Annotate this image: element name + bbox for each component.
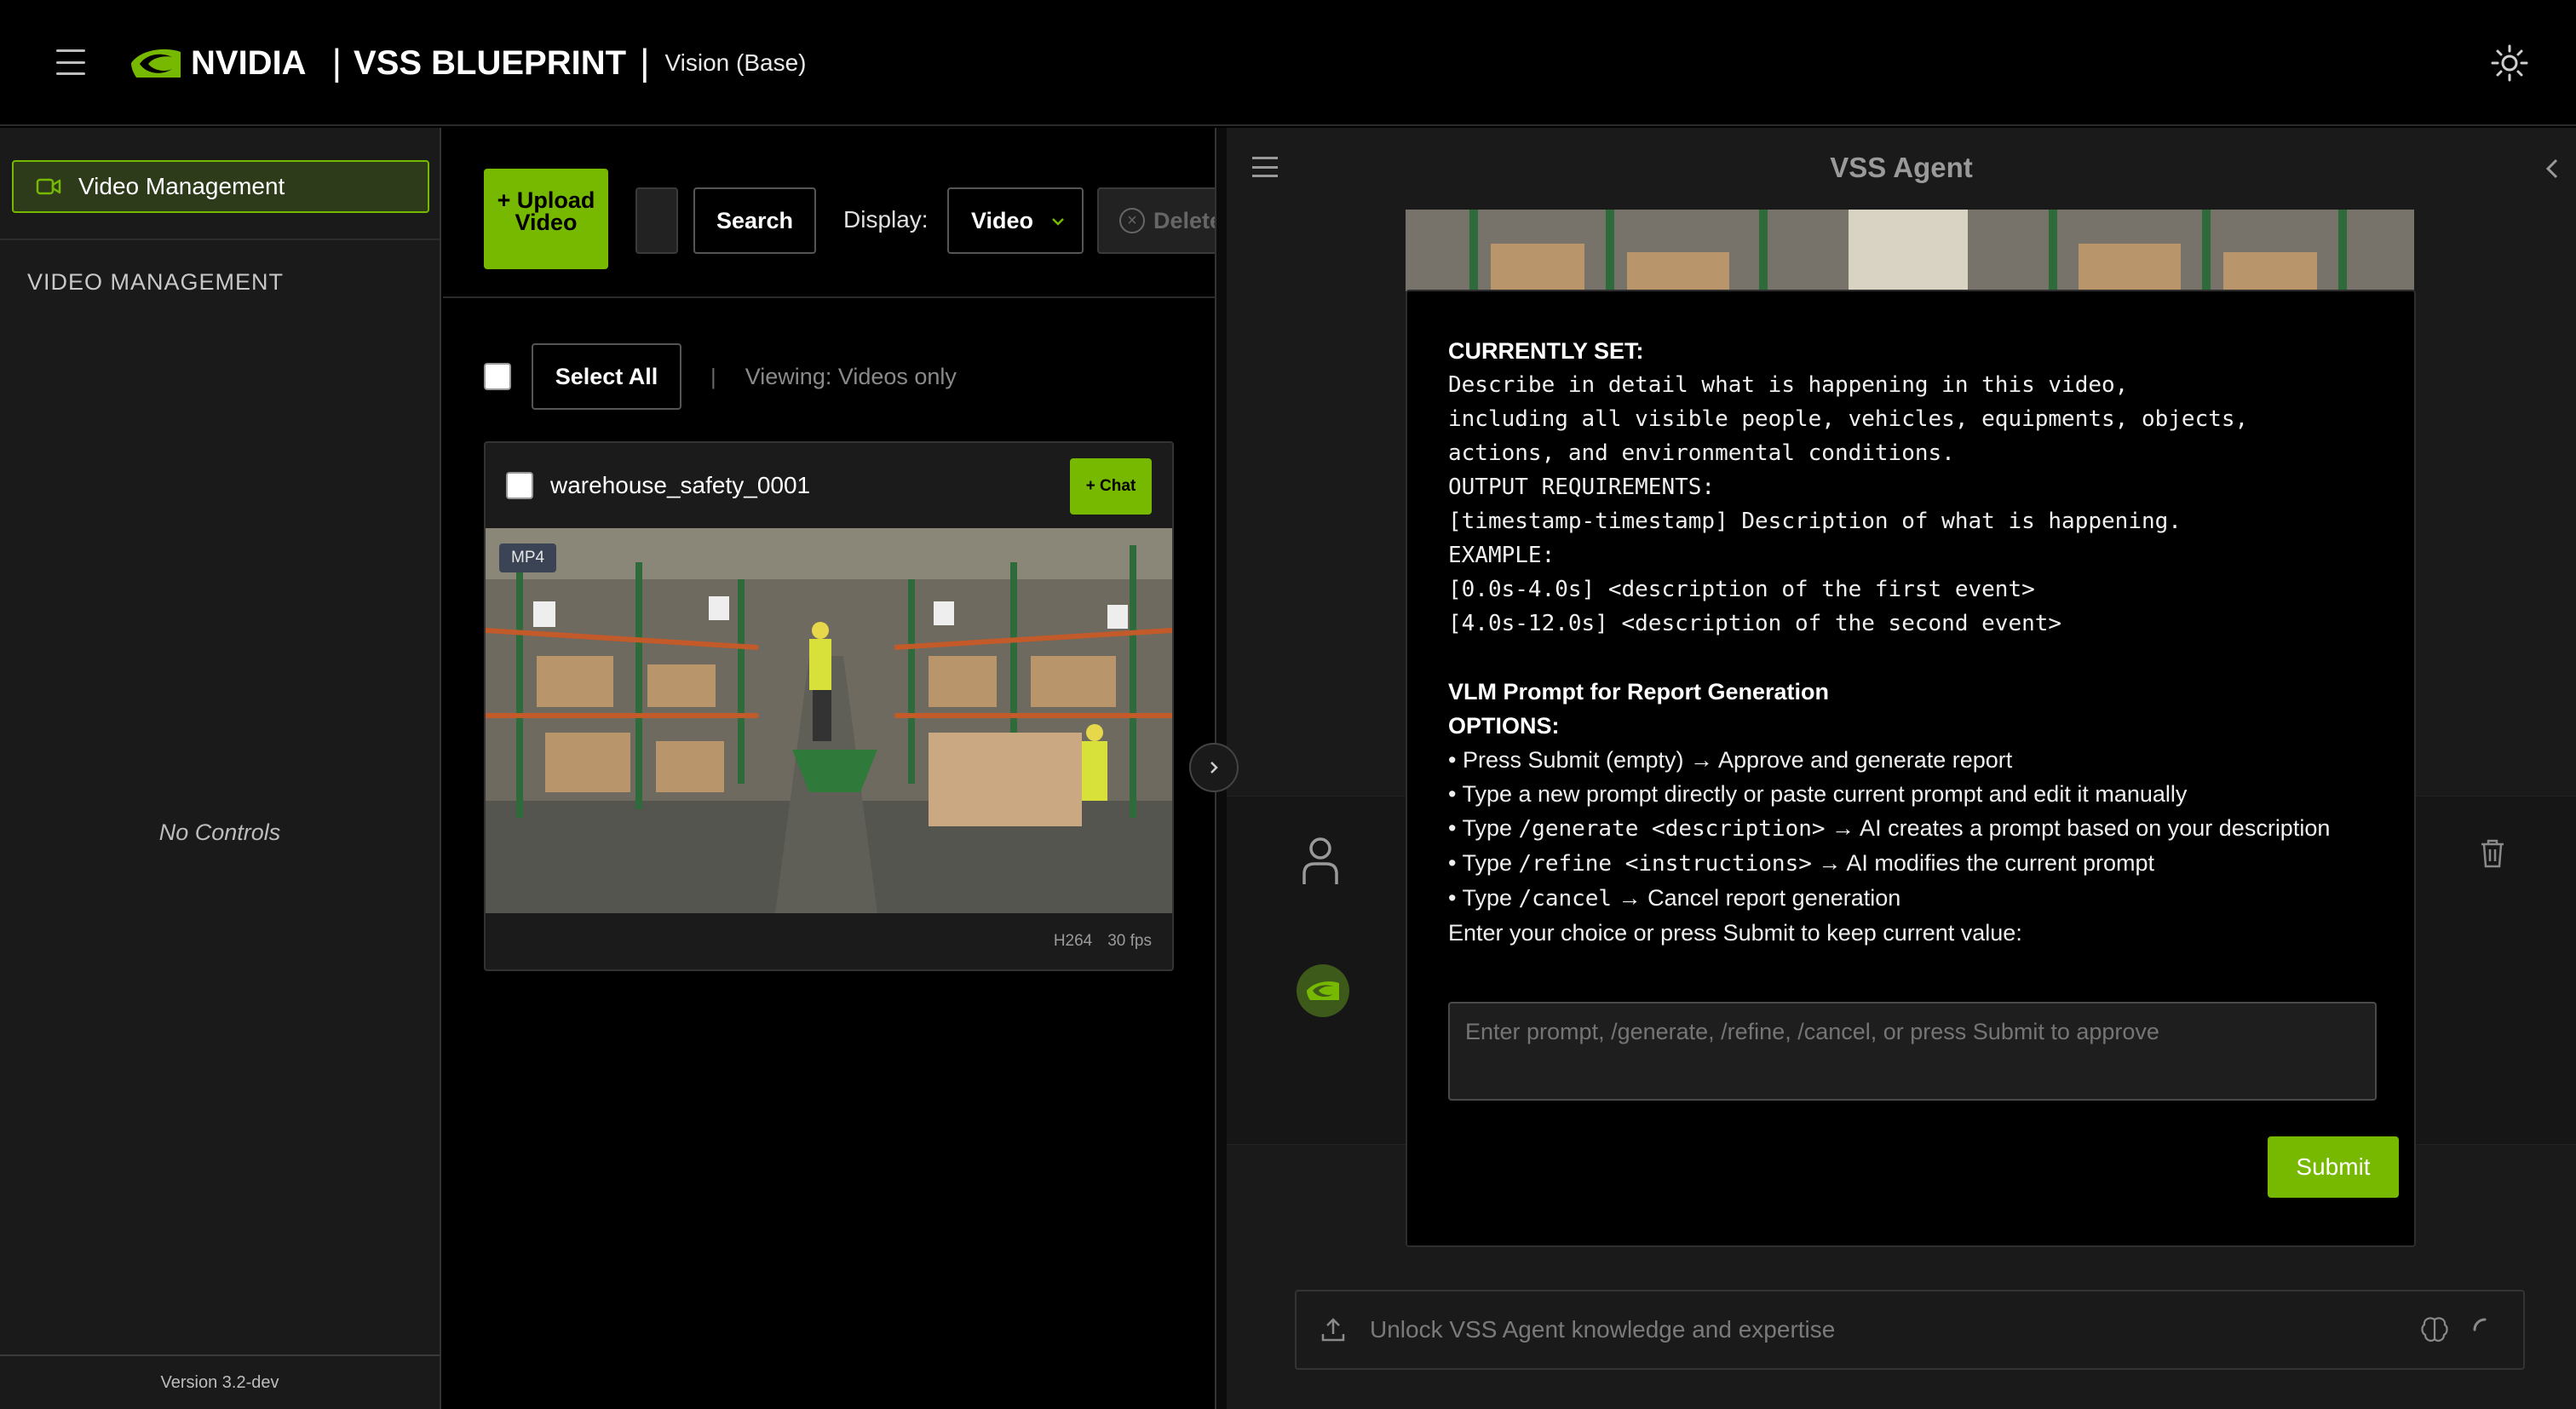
- app-title: VSS BLUEPRINT: [354, 43, 627, 82]
- chat-title: VSS Agent: [1830, 152, 1973, 183]
- left-sidebar: Video Management VIDEO MANAGEMENT No Con…: [0, 128, 441, 1409]
- section-title: VIDEO MANAGEMENT: [27, 269, 285, 295]
- video-metadata: H264 30 fps: [486, 913, 1172, 969]
- chevron-down-icon: [1052, 218, 1064, 226]
- video-card-header: warehouse_safety_0001 + Chat: [486, 443, 1172, 528]
- option-item: • Type /refine <instructions> → AI modif…: [1448, 850, 2155, 877]
- option-item: • Type a new prompt directly or paste cu…: [1448, 781, 2188, 807]
- prompt-dialog-content: CURRENTLY SET: Describe in detail what i…: [1448, 334, 2385, 950]
- delete-button[interactable]: × Delete: [1097, 187, 1215, 254]
- title-separator: |: [640, 42, 650, 83]
- toolbar: + Upload Video Search Display: Video × D…: [443, 128, 1215, 298]
- search-button[interactable]: Search: [693, 187, 816, 254]
- video-thumbnail[interactable]: MP4: [486, 528, 1172, 913]
- app-header: NVIDIA | VSS BLUEPRINT | Vision (Base): [0, 0, 2576, 126]
- prompt-line: Describe in detail what is happening in …: [1448, 372, 2129, 398]
- option-item: • Press Submit (empty) → Approve and gen…: [1448, 747, 2013, 773]
- fps-label: 30 fps: [1107, 932, 1152, 950]
- currently-set-heading: CURRENTLY SET:: [1448, 338, 1644, 364]
- codec-label: H264: [1053, 932, 1093, 950]
- brand-name: NVIDIA: [191, 43, 307, 82]
- prompt-line: [4.0s-12.0s] <description of the second …: [1448, 611, 2062, 636]
- search-input[interactable]: [635, 187, 678, 254]
- delete-message-trash-icon[interactable]: [2479, 838, 2506, 869]
- prompt-line: OUTPUT REQUIREMENTS:: [1448, 474, 1716, 500]
- format-badge: MP4: [499, 543, 557, 572]
- option-item: • Type /cancel → Cancel report generatio…: [1448, 885, 1901, 912]
- selection-row: Select All | Viewing: Videos only: [484, 342, 1182, 411]
- nav-item-video-management[interactable]: Video Management: [12, 160, 429, 213]
- choice-instruction: Enter your choice or press Submit to kee…: [1448, 920, 2022, 946]
- options-heading: OPTIONS:: [1448, 713, 1560, 739]
- prompt-line: [0.0s-4.0s] <description of the first ev…: [1448, 577, 2035, 602]
- close-circle-icon: ×: [1119, 208, 1145, 233]
- prompt-line: EXAMPLE:: [1448, 543, 1555, 568]
- user-avatar-icon: [1302, 837, 1338, 884]
- title-separator: |: [331, 42, 342, 83]
- chevron-right-icon: [1210, 762, 1218, 774]
- chat-input-bar[interactable]: Unlock VSS Agent knowledge and expertise: [1295, 1290, 2525, 1370]
- video-camera-icon: [36, 178, 61, 195]
- submit-button[interactable]: Submit: [2268, 1136, 2399, 1198]
- prompt-dialog: CURRENTLY SET: Describe in detail what i…: [1406, 290, 2416, 1247]
- theme-toggle-sun-icon[interactable]: [2491, 44, 2528, 82]
- upload-icon[interactable]: [1319, 1315, 1348, 1344]
- video-management-panel: + Upload Video Search Display: Video × D…: [443, 128, 1215, 1409]
- version-label: Version 3.2-dev: [0, 1354, 440, 1409]
- prompt-line: including all visible people, vehicles, …: [1448, 406, 2249, 432]
- app-subtitle: Vision (Base): [664, 49, 807, 76]
- add-chat-button[interactable]: + Chat: [1070, 458, 1152, 515]
- delete-label: Delete: [1153, 207, 1215, 233]
- display-select[interactable]: Video: [947, 187, 1084, 254]
- agent-avatar: [1297, 964, 1349, 1017]
- prompt-line: actions, and environmental conditions.: [1448, 440, 1955, 466]
- chevron-left-icon[interactable]: [2542, 157, 2562, 181]
- video-name: warehouse_safety_0001: [550, 472, 811, 498]
- collapse-panel-button[interactable]: [1189, 743, 1239, 792]
- divider: [0, 239, 440, 240]
- select-all-checkbox[interactable]: [484, 363, 511, 390]
- nav-item-label: Video Management: [78, 173, 285, 199]
- empty-state-text: No Controls: [158, 820, 281, 845]
- warehouse-thumbnail-image: [486, 528, 1172, 913]
- select-all-button[interactable]: Select All: [532, 343, 681, 410]
- report-heading: VLM Prompt for Report Generation: [1448, 679, 1830, 704]
- loading-spinner-icon: [2473, 1318, 2487, 1331]
- chat-panel: VSS Agent CURRENTLY SET: Describe in det…: [1216, 128, 2576, 1409]
- video-checkbox[interactable]: [506, 472, 533, 499]
- prompt-textarea[interactable]: [1448, 1002, 2377, 1101]
- display-label: Display:: [843, 206, 929, 233]
- option-item: • Type /generate <description> → AI crea…: [1448, 815, 2331, 842]
- viewing-filter-text: Viewing: Videos only: [745, 363, 957, 389]
- nvidia-logo-icon: [131, 49, 181, 78]
- display-select-value: Video: [971, 207, 1034, 233]
- separator: |: [710, 363, 716, 389]
- brand: NVIDIA | VSS BLUEPRINT | Vision (Base): [128, 37, 807, 89]
- nvidia-eye-icon: [1307, 981, 1339, 1000]
- warehouse-preview-image: [1406, 210, 2414, 291]
- prompt-line: [timestamp-timestamp] Description of wha…: [1448, 509, 2182, 534]
- video-card[interactable]: warehouse_safety_0001 + Chat MP4 H264 30…: [484, 441, 1174, 971]
- menu-icon[interactable]: [56, 49, 85, 75]
- brain-icon[interactable]: [2419, 1314, 2450, 1345]
- upload-video-button[interactable]: + Upload Video: [484, 169, 608, 269]
- chat-input-placeholder[interactable]: Unlock VSS Agent knowledge and expertise: [1370, 1316, 2419, 1343]
- video-preview-strip: [1406, 210, 2414, 291]
